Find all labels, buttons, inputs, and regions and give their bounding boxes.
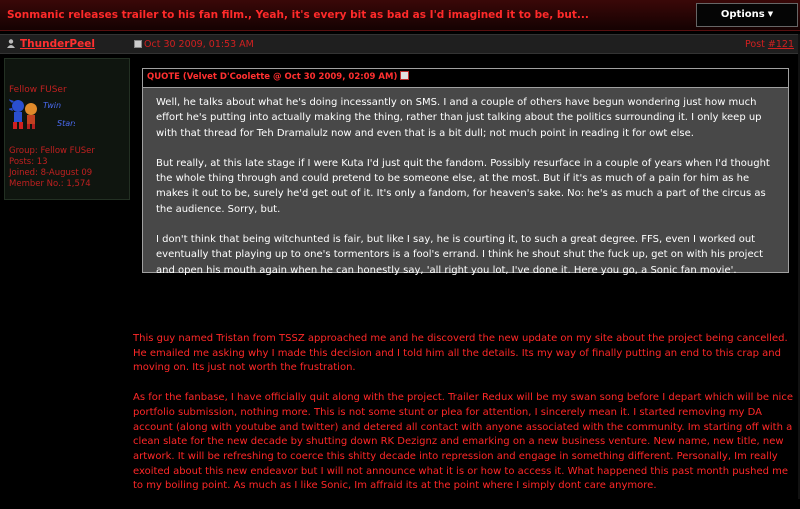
post-paragraph: As for the fanbase, I have officially qu… [133, 392, 793, 492]
member-posts: Posts: 13 [9, 157, 48, 167]
options-button[interactable]: Options ▼ [696, 3, 798, 27]
post-body: This guy named Tristan from TSSZ approac… [133, 332, 795, 509]
post-header: ThunderPeel Oct 30 2009, 01:53 AM Post #… [0, 34, 800, 54]
quote-body: Well, he talks about what he's doing inc… [142, 87, 789, 276]
quote-title: QUOTE (Velvet D'Coolette @ Oct 30 2009, … [147, 71, 410, 82]
post-number-label: Post [745, 39, 768, 50]
quote-link-icon[interactable] [400, 71, 410, 80]
post-number-link[interactable]: #121 [768, 39, 794, 50]
user-icon [7, 39, 15, 48]
author-sidebar: Fellow FUSer Twin Stars Group: Fellow FU… [4, 58, 130, 200]
quote-paragraph: Well, he talks about what he's doing inc… [156, 97, 762, 139]
topic-bar: Sonmanic releases trailer to his fan fil… [0, 0, 800, 31]
post-number: Post #121 [745, 39, 794, 50]
username-link[interactable]: ThunderPeel [20, 38, 95, 50]
options-label: Options [720, 9, 765, 20]
member-group: Group: Fellow FUSer [9, 146, 95, 156]
post-icon [134, 40, 142, 48]
member-title: Fellow FUSer [9, 85, 67, 95]
quote-paragraph: But really, at this late stage if I were… [156, 157, 770, 215]
quote-source: QUOTE (Velvet D'Coolette @ Oct 30 2009, … [147, 72, 398, 82]
chevron-down-icon: ▼ [767, 10, 774, 18]
avatar-text-2: Stars [57, 119, 75, 128]
quote-paragraph: I don't think that being witchunted is f… [156, 234, 764, 276]
avatar-text-1: Twin [43, 101, 61, 110]
quote-header: QUOTE (Velvet D'Coolette @ Oct 30 2009, … [142, 68, 789, 87]
member-joined: Joined: 8-August 09 [9, 168, 93, 178]
avatar: Twin Stars [9, 97, 75, 131]
post-date: Oct 30 2009, 01:53 AM [144, 39, 254, 50]
topic-title: Sonmanic releases trailer to his fan fil… [7, 9, 589, 21]
post-paragraph: This guy named Tristan from TSSZ approac… [133, 333, 788, 374]
member-number: Member No.: 1,574 [9, 179, 91, 189]
